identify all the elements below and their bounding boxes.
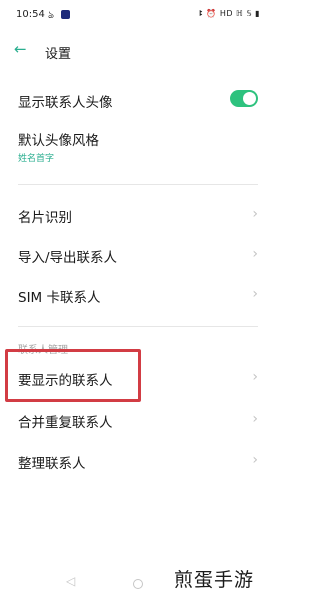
chevron-right-icon: ›	[252, 411, 258, 427]
divider	[18, 184, 258, 185]
chevron-right-icon: ›	[252, 206, 258, 222]
divider	[18, 326, 258, 327]
card-recognition-label: 名片识别	[18, 210, 72, 226]
chevron-right-icon: ›	[252, 369, 258, 385]
show-avatar-toggle[interactable]	[230, 90, 258, 107]
chevron-right-icon: ›	[252, 246, 258, 262]
avatar-style-row[interactable]: 默认头像风格 姓名首字	[0, 126, 276, 166]
watermark: 煎蛋手游	[174, 569, 255, 591]
nav-home-icon[interactable]	[133, 579, 143, 589]
organize-contacts-label: 整理联系人	[18, 456, 86, 472]
sim-contacts-label: SIM 卡联系人	[18, 290, 101, 306]
toggle-knob	[243, 92, 256, 105]
header: ← 设置	[0, 36, 276, 66]
import-export-row[interactable]: 导入/导出联系人 ›	[0, 241, 276, 271]
avatar-style-label: 默认头像风格	[18, 133, 99, 149]
card-recognition-row[interactable]: 名片识别 ›	[0, 201, 276, 231]
status-right-icons: ꔪ ⏰ HD ℍ 𝕊 ▮	[199, 9, 260, 18]
nav-back-icon[interactable]: ◁	[66, 574, 75, 588]
import-export-label: 导入/导出联系人	[18, 250, 118, 266]
status-bar: 10:54 ঌ ꔪ ⏰ HD ℍ 𝕊 ▮	[0, 0, 276, 30]
notification-icon: ঌ	[48, 10, 55, 21]
organize-contacts-row[interactable]: 整理联系人 ›	[0, 446, 276, 478]
merge-duplicates-row[interactable]: 合并重复联系人 ›	[0, 405, 276, 437]
app-icon	[61, 10, 70, 19]
chevron-right-icon: ›	[252, 452, 258, 468]
page-title: 设置	[45, 47, 72, 62]
avatar-style-value: 姓名首字	[18, 154, 55, 164]
sim-contacts-row[interactable]: SIM 卡联系人 ›	[0, 281, 276, 311]
show-avatar-label: 显示联系人头像	[18, 95, 113, 111]
back-arrow-icon[interactable]: ←	[14, 42, 27, 57]
status-time: 10:54	[16, 9, 45, 20]
merge-duplicates-label: 合并重复联系人	[18, 415, 113, 431]
highlight-box	[5, 349, 141, 402]
chevron-right-icon: ›	[252, 286, 258, 302]
